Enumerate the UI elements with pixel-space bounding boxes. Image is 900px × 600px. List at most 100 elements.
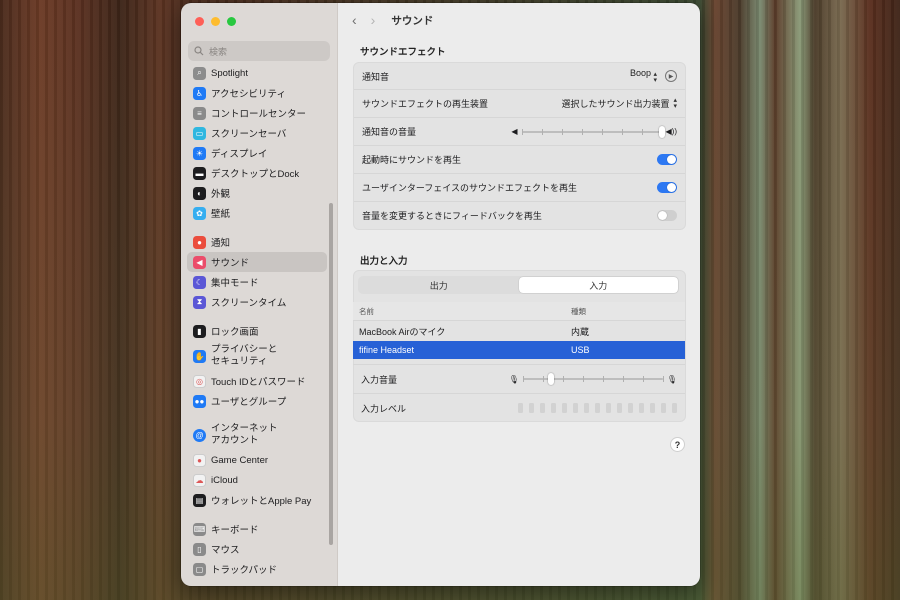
users-icon: ●● [193,394,206,408]
sidebar-item[interactable]: ▭ スクリーンセーバ [187,123,327,143]
sidebar-item[interactable]: ▬ デスクトップとDock [187,163,327,183]
tab-input[interactable]: 入力 [518,277,678,293]
startup-sound-toggle[interactable] [657,154,677,165]
column-name-header[interactable]: 名前 [353,306,565,317]
level-segment [617,403,622,413]
mouse-icon: ▯ [193,542,206,556]
bell-icon: ● [193,235,206,249]
sidebar-item-label: 集中モード [211,278,259,289]
sidebar-item[interactable]: ◐ 外観 [187,183,327,203]
mic-low-icon: 🎙 [508,374,519,384]
dock-icon: ▬ [193,166,206,180]
slider-tick [582,376,584,382]
toolbar: ‹ › サウンド [338,3,700,37]
slider-tick [521,128,523,135]
device-name: fifine Headset [359,345,415,355]
sidebar-item[interactable]: ✋ プライバシーと セキュリティ [187,341,327,371]
table-header: 名前 種類 [353,302,685,321]
sidebar-item-label: インターネット アカウント [211,423,278,446]
sun-icon: ☀ [193,146,206,160]
close-button[interactable] [195,17,204,26]
tab-output[interactable]: 出力 [359,277,519,293]
feedback-sound-toggle[interactable] [657,210,677,221]
minimize-button[interactable] [211,17,220,26]
sidebar-item[interactable]: ▮ ロック画面 [187,321,327,341]
alert-volume-slider[interactable] [521,125,665,138]
table-row[interactable]: MacBook Airのマイク 内蔵 [353,321,685,341]
hand-icon: ✋ [193,349,206,363]
sidebar-item-label: 外観 [211,189,231,200]
sidebar-item[interactable]: ▤ ウォレットとApple Pay [187,490,327,510]
gamecenter-icon: ● [193,453,206,467]
slider-tick [601,128,603,135]
column-type-header[interactable]: 種類 [565,306,586,317]
sidebar-item[interactable]: ◎ Touch IDとパスワード [187,371,327,391]
wallet-icon: ▤ [193,493,206,507]
help-button[interactable]: ? [670,437,685,452]
level-segment [672,403,677,413]
flower-icon: ✿ [193,206,206,220]
level-segment [595,403,600,413]
startup-sound-label: 起動時にサウンドを再生 [362,155,462,165]
table-row-selected[interactable]: fifine Headset USB [353,341,685,359]
sidebar-item[interactable]: ● Game Center [187,450,327,470]
sidebar-item[interactable]: @ インターネット アカウント [187,420,327,450]
output-device-row: サウンドエフェクトの再生装置 選択したサウンド出力装置 ▴ ▾ [354,90,685,118]
sidebar-item-label: コントロールセンター [211,109,307,120]
sidebar-item[interactable]: ●● ユーザとグループ [187,391,327,411]
alert-sound-row: 通知音 Boop ▴ ▾ ▶ [354,63,685,90]
slider-knob[interactable] [547,373,554,385]
slider-tick [541,128,543,135]
search-icon [194,46,204,56]
level-segment [650,403,655,413]
search-input[interactable]: 検索 [188,41,330,61]
back-icon[interactable]: ‹ [352,13,357,27]
sidebar-scrollbar[interactable] [329,203,333,545]
zoom-button[interactable] [227,17,236,26]
sidebar-item[interactable]: ✿ 壁紙 [187,203,327,223]
sidebar-item[interactable]: ⧗ スクリーンタイム [187,292,327,312]
output-device-select[interactable]: 選択したサウンド出力装置 ▴ ▾ [561,97,677,110]
accessibility-icon: ♿ [193,86,206,100]
speaker-high-icon: ◀)) [665,127,677,136]
feedback-sound-row: 音量を変更するときにフィードバックを再生 [354,202,685,229]
sidebar-item[interactable]: ≡ コントロールセンター [187,103,327,123]
sidebar-item[interactable]: ◀ サウンド [187,252,327,272]
sidebar-item-label: ディスプレイ [211,149,268,160]
device-name: MacBook Airのマイク [359,326,446,337]
forward-icon[interactable]: › [371,13,376,27]
play-icon[interactable]: ▶ [665,70,677,82]
sidebar-item[interactable]: ⌕ Spotlight [187,63,327,83]
sidebar-item[interactable]: ☾ 集中モード [187,272,327,292]
window-controls [195,17,236,26]
sidebar-item-label: Game Center [211,454,269,466]
sidebar-item[interactable]: ▯ マウス [187,539,327,559]
input-volume-slider[interactable] [522,373,664,385]
sidebar-item-label: 通知 [211,238,231,249]
sidebar-item[interactable]: ▢ トラックパッド [187,559,327,579]
slider-tick [522,376,524,382]
level-segment [562,403,567,413]
slider-knob[interactable] [658,125,665,138]
alert-sound-select[interactable]: Boop ▴ ▾ [630,68,657,84]
lock-icon: ▮ [193,324,206,338]
chevron-updown-icon: ▴ ▾ [673,96,677,110]
sound-effects-heading: サウンドエフェクト [360,47,446,58]
sidebar-item[interactable]: ♿ アクセシビリティ [187,83,327,103]
sidebar-item-label: ユーザとグループ [211,397,287,408]
sidebar-item[interactable]: ☁ iCloud [187,470,327,490]
feedback-sound-label: 音量を変更するときにフィードバックを再生 [362,211,542,221]
level-segment [551,403,556,413]
sidebar-item-label: デスクトップとDock [211,169,300,180]
trackpad-icon: ▢ [193,562,206,576]
alert-sound-label: 通知音 [362,71,390,82]
output-input-heading: 出力と入力 [360,256,408,267]
level-segment [661,403,666,413]
sidebar-item[interactable]: ⌨ キーボード [187,519,327,539]
sidebar-item[interactable]: ☀ ディスプレイ [187,143,327,163]
ui-sound-label: ユーザインターフェイスのサウンドエフェクトを再生 [362,183,578,193]
sidebar-item[interactable]: ● 通知 [187,232,327,252]
sidebar-item-label: Spotlight [211,67,248,79]
ui-sound-toggle[interactable] [657,182,677,193]
